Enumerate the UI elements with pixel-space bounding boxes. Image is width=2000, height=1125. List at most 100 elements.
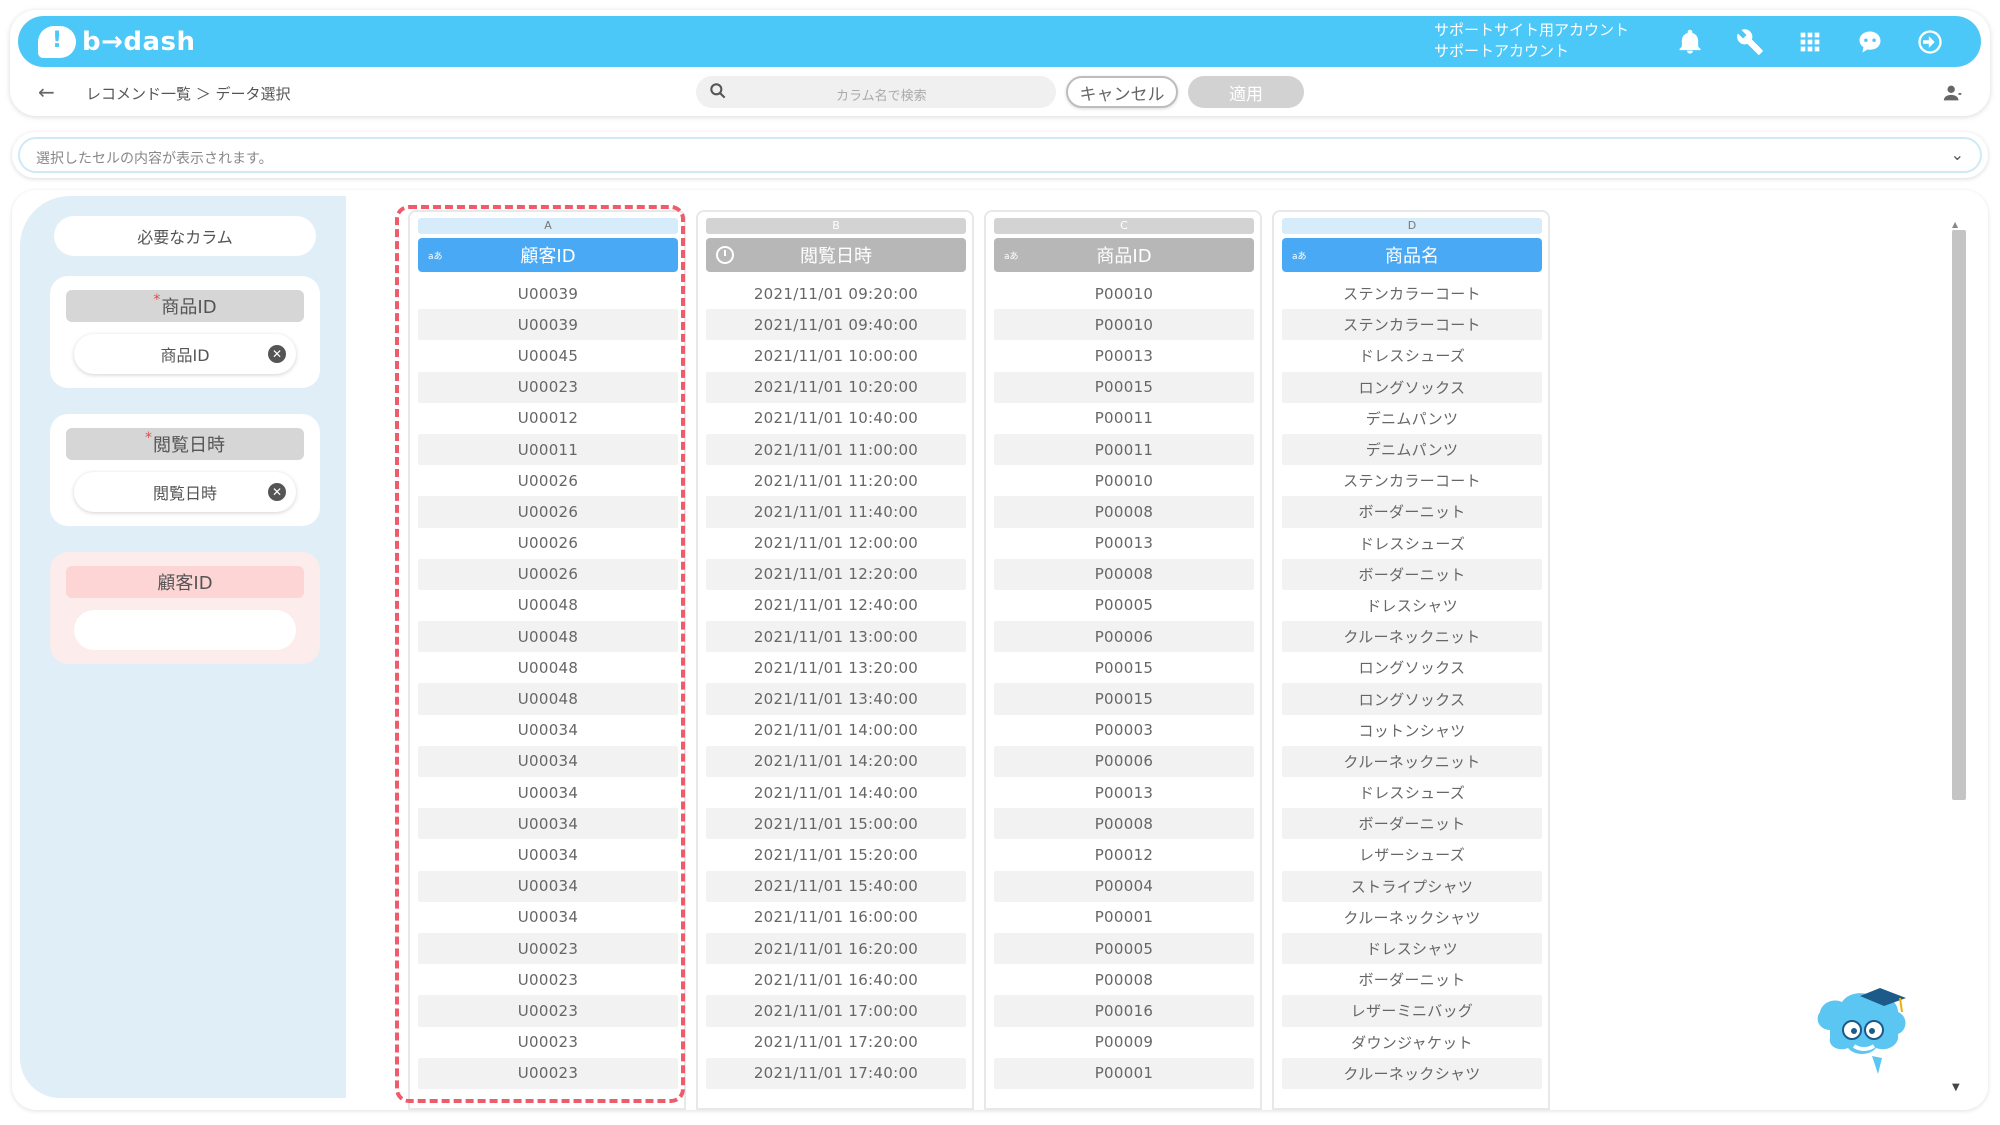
table-cell[interactable]: U00034 — [418, 715, 678, 746]
table-cell[interactable]: P00013 — [994, 340, 1254, 371]
table-cell[interactable]: U00034 — [418, 870, 678, 902]
table-cell[interactable]: P00013 — [994, 528, 1254, 559]
table-cell[interactable]: P00009 — [994, 1027, 1254, 1058]
scroll-down-icon[interactable]: ▼ — [1952, 1082, 1960, 1093]
slot-assigned-column[interactable]: 商品ID ✕ — [74, 334, 296, 374]
table-cell[interactable]: U00011 — [418, 433, 678, 466]
table-cell[interactable]: U00034 — [418, 808, 678, 840]
cell-preview-field[interactable]: 選択したセルの内容が表示されます。 ⌄ — [18, 137, 1982, 173]
table-cell[interactable]: 2021/11/01 14:40:00 — [706, 777, 966, 808]
table-cell[interactable]: ステンカラーコート — [1282, 278, 1542, 309]
table-cell[interactable]: 2021/11/01 13:40:00 — [706, 683, 966, 715]
table-cell[interactable]: ロングソックス — [1282, 652, 1542, 683]
table-cell[interactable]: U00023 — [418, 932, 678, 965]
table-cell[interactable]: デニムパンツ — [1282, 433, 1542, 466]
table-cell[interactable]: 2021/11/01 12:00:00 — [706, 528, 966, 559]
table-cell[interactable]: ボーダーニット — [1282, 558, 1542, 590]
table-cell[interactable]: ロングソックス — [1282, 683, 1542, 715]
table-cell[interactable]: P00012 — [994, 839, 1254, 870]
table-cell[interactable]: U00034 — [418, 745, 678, 777]
table-cell[interactable]: U00039 — [418, 309, 678, 341]
table-cell[interactable]: U00026 — [418, 528, 678, 559]
table-cell[interactable]: U00034 — [418, 777, 678, 808]
table-cell[interactable]: P00008 — [994, 964, 1254, 995]
column-search-input[interactable]: カラム名で検索 — [696, 76, 1056, 108]
table-cell[interactable]: 2021/11/01 16:40:00 — [706, 964, 966, 995]
table-cell[interactable]: 2021/11/01 17:40:00 — [706, 1057, 966, 1089]
table-cell[interactable]: ドレスシャツ — [1282, 932, 1542, 965]
table-cell[interactable]: 2021/11/01 12:20:00 — [706, 558, 966, 590]
apps-grid-icon[interactable] — [1792, 24, 1828, 60]
bell-icon[interactable] — [1672, 24, 1708, 60]
table-cell[interactable]: レザーミニバッグ — [1282, 995, 1542, 1027]
table-cell[interactable]: クルーネックシャツ — [1282, 1057, 1542, 1089]
table-cell[interactable]: ボーダーニット — [1282, 964, 1542, 995]
table-cell[interactable]: U00012 — [418, 403, 678, 434]
table-cell[interactable]: P00008 — [994, 808, 1254, 840]
table-cell[interactable]: U00026 — [418, 496, 678, 528]
table-cell[interactable]: 2021/11/01 15:00:00 — [706, 808, 966, 840]
table-cell[interactable]: P00013 — [994, 777, 1254, 808]
chevron-down-icon[interactable]: ⌄ — [1951, 145, 1964, 164]
vertical-scrollbar[interactable]: ▲ ▼ — [1948, 220, 1968, 1096]
slot-product-id[interactable]: * 商品ID 商品ID ✕ — [50, 276, 320, 388]
table-cell[interactable]: 2021/11/01 10:00:00 — [706, 340, 966, 371]
table-cell[interactable]: ドレスシューズ — [1282, 777, 1542, 808]
column-header[interactable]: aあ 顧客ID — [418, 238, 678, 272]
table-cell[interactable]: P00011 — [994, 433, 1254, 466]
table-cell[interactable]: P00008 — [994, 496, 1254, 528]
table-cell[interactable]: P00003 — [994, 715, 1254, 746]
table-cell[interactable]: P00001 — [994, 1057, 1254, 1089]
table-cell[interactable]: U00048 — [418, 621, 678, 653]
table-cell[interactable]: U00023 — [418, 995, 678, 1027]
table-cell[interactable]: ロングソックス — [1282, 371, 1542, 403]
wrench-icon[interactable] — [1732, 24, 1768, 60]
data-column-b[interactable]: B 閲覧日時 2021/11/01 09:20:00 2021/11/01 09:… — [696, 210, 974, 1110]
table-cell[interactable]: P00015 — [994, 683, 1254, 715]
table-cell[interactable]: U00023 — [418, 964, 678, 995]
table-cell[interactable]: 2021/11/01 09:40:00 — [706, 309, 966, 341]
mascot-chat-icon[interactable] — [1852, 24, 1888, 60]
table-cell[interactable]: 2021/11/01 11:40:00 — [706, 496, 966, 528]
data-column-d[interactable]: D aあ 商品名 ステンカラーコート ステンカラーコート ドレスシューズ ロングソック… — [1272, 210, 1550, 1110]
table-cell[interactable]: コットンシャツ — [1282, 715, 1542, 746]
table-cell[interactable]: P00010 — [994, 309, 1254, 341]
table-cell[interactable]: 2021/11/01 17:00:00 — [706, 995, 966, 1027]
table-cell[interactable]: 2021/11/01 14:20:00 — [706, 745, 966, 777]
slot-assigned-column[interactable]: 閲覧日時 ✕ — [74, 472, 296, 512]
back-arrow-icon[interactable]: ← — [38, 80, 55, 104]
table-cell[interactable]: 2021/11/01 14:00:00 — [706, 715, 966, 746]
table-cell[interactable]: ストライプシャツ — [1282, 870, 1542, 902]
table-cell[interactable]: 2021/11/01 15:40:00 — [706, 870, 966, 902]
table-cell[interactable]: P00001 — [994, 902, 1254, 933]
table-cell[interactable]: U00048 — [418, 590, 678, 621]
column-header[interactable]: aあ 商品ID — [994, 238, 1254, 272]
table-cell[interactable]: P00005 — [994, 932, 1254, 965]
table-cell[interactable]: ドレスシャツ — [1282, 590, 1542, 621]
table-cell[interactable]: 2021/11/01 11:20:00 — [706, 465, 966, 496]
remove-icon[interactable]: ✕ — [268, 483, 286, 501]
logout-icon[interactable] — [1912, 24, 1948, 60]
table-cell[interactable]: U00023 — [418, 1027, 678, 1058]
table-cell[interactable]: U00039 — [418, 278, 678, 309]
table-cell[interactable]: ステンカラーコート — [1282, 465, 1542, 496]
data-column-a[interactable]: A aあ 顧客ID U00039 U00039 U00045 U00023 U00012… — [408, 210, 686, 1110]
column-header[interactable]: 閲覧日時 — [706, 238, 966, 272]
table-cell[interactable]: ステンカラーコート — [1282, 309, 1542, 341]
column-header[interactable]: aあ 商品名 — [1282, 238, 1542, 272]
table-cell[interactable]: P00005 — [994, 590, 1254, 621]
bdash-logo[interactable]: b→dash — [38, 24, 196, 60]
table-cell[interactable]: 2021/11/01 12:40:00 — [706, 590, 966, 621]
table-cell[interactable]: 2021/11/01 15:20:00 — [706, 839, 966, 870]
table-cell[interactable]: 2021/11/01 09:20:00 — [706, 278, 966, 309]
table-cell[interactable]: U00048 — [418, 652, 678, 683]
table-cell[interactable]: U00034 — [418, 839, 678, 870]
table-cell[interactable]: ダウンジャケット — [1282, 1027, 1542, 1058]
table-cell[interactable]: ドレスシューズ — [1282, 528, 1542, 559]
table-cell[interactable]: U00048 — [418, 683, 678, 715]
table-cell[interactable]: ドレスシューズ — [1282, 340, 1542, 371]
table-cell[interactable]: U00045 — [418, 340, 678, 371]
mascot-helper-icon[interactable] — [1810, 980, 1920, 1080]
table-cell[interactable]: U00026 — [418, 558, 678, 590]
table-cell[interactable]: P00010 — [994, 278, 1254, 309]
